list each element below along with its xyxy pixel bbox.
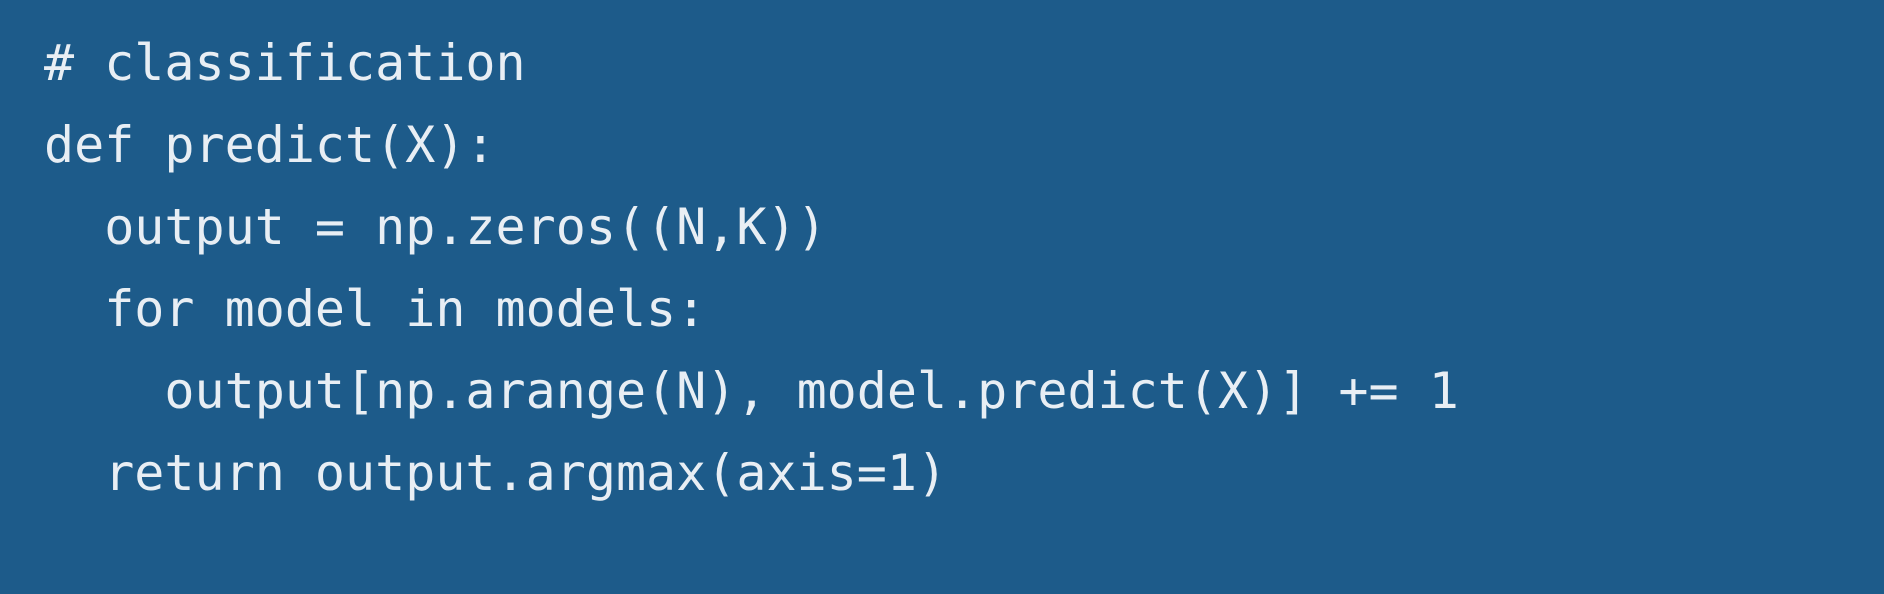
code-vote-line: output[np.arange(N), model.predict(X)] +… xyxy=(44,362,1459,420)
code-def-line: def predict(X): xyxy=(44,116,496,174)
code-output-init-line: output = np.zeros((N,K)) xyxy=(44,198,827,256)
code-slide: # classification def predict(X): output … xyxy=(0,0,1884,594)
code-for-loop-line: for model in models: xyxy=(44,280,707,338)
code-comment-line: # classification xyxy=(44,34,526,92)
code-block: # classification def predict(X): output … xyxy=(44,22,1459,514)
code-return-line: return output.argmax(axis=1) xyxy=(44,444,948,502)
